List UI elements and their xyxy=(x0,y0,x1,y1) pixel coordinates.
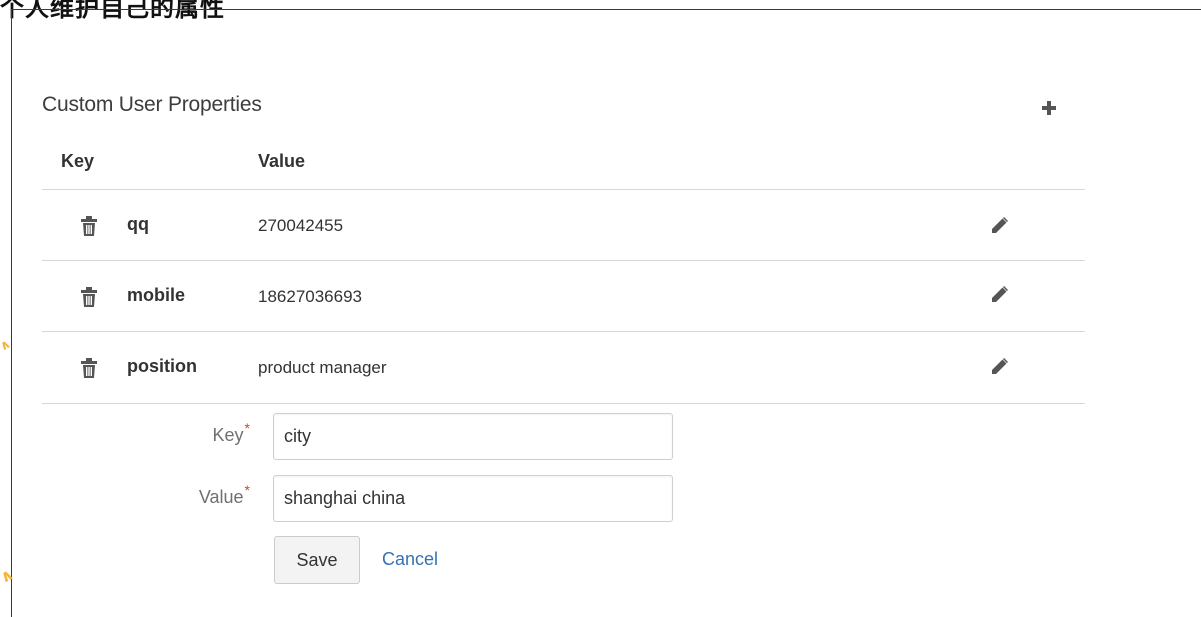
cancel-link[interactable]: Cancel xyxy=(382,549,438,570)
table-row: mobile 18627036693 xyxy=(42,261,1085,332)
trash-icon[interactable] xyxy=(80,286,98,308)
panel-border-top xyxy=(11,9,1201,10)
key-input[interactable] xyxy=(273,413,673,460)
property-value: product manager xyxy=(258,358,387,377)
section-title: Custom User Properties xyxy=(42,93,262,116)
trash-icon[interactable] xyxy=(80,215,98,237)
value-field-label: Value* xyxy=(50,482,250,508)
required-mark: * xyxy=(244,420,250,436)
plus-icon[interactable] xyxy=(1041,100,1057,116)
save-button[interactable]: Save xyxy=(274,536,360,584)
table-row: position product manager xyxy=(42,332,1085,403)
property-value: 270042455 xyxy=(258,216,344,235)
column-header-value: Value xyxy=(258,151,306,171)
table-divider xyxy=(42,403,1085,404)
pencil-icon[interactable] xyxy=(989,285,1009,305)
property-key: mobile xyxy=(127,285,186,305)
key-field-label: Key* xyxy=(50,420,250,446)
clipped-heading: 个人维护自己的属性 xyxy=(0,0,225,22)
table-row: qq 270042455 xyxy=(42,190,1085,261)
pencil-icon[interactable] xyxy=(989,357,1009,377)
property-value: 18627036693 xyxy=(258,287,363,306)
property-key: position xyxy=(127,356,197,376)
watermark-fragment: ∧ xyxy=(0,564,17,587)
value-input[interactable] xyxy=(273,475,673,522)
panel-border-left xyxy=(11,9,12,617)
column-header-key: Key xyxy=(61,151,95,171)
trash-icon[interactable] xyxy=(80,357,98,379)
key-label-text: Key xyxy=(212,425,244,445)
property-key: qq xyxy=(127,214,149,234)
pencil-icon[interactable] xyxy=(989,216,1009,236)
required-mark: * xyxy=(244,482,250,498)
value-label-text: Value xyxy=(198,487,244,507)
